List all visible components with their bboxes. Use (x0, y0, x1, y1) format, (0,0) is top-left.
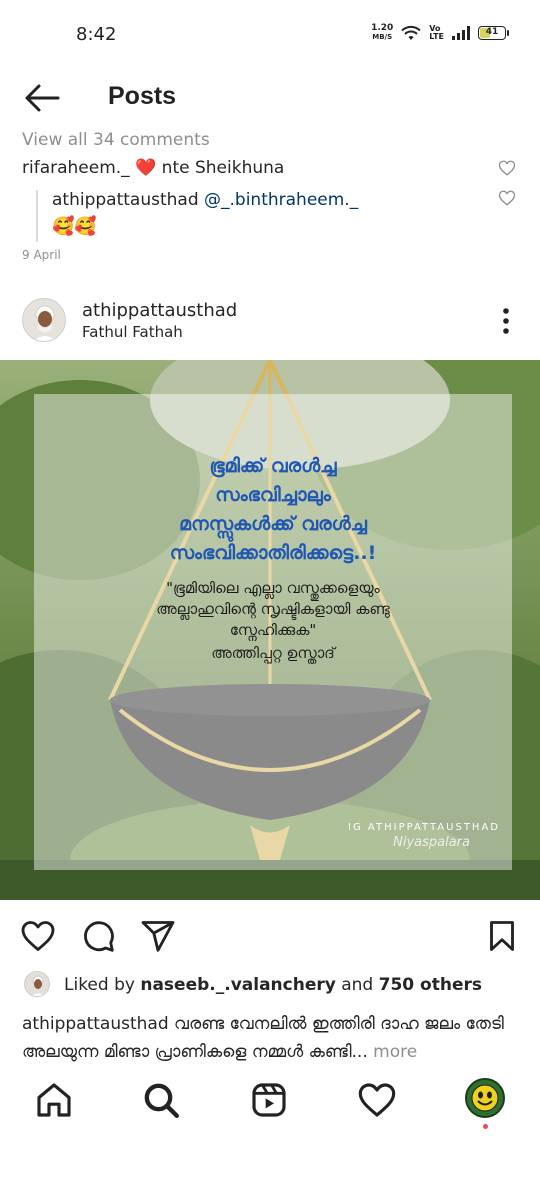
volte-indicator: Vo LTE (429, 25, 444, 41)
battery-indicator: 41 (478, 26, 509, 40)
quote-line: മനസ്സുകൾക്ക് വരൾച്ച (179, 513, 367, 535)
save-button[interactable] (484, 918, 520, 954)
likes-and: and (341, 975, 374, 995)
page-title: Posts (108, 82, 177, 110)
image-ig-tag: IG ATHIPPATTAUSTHAD (348, 822, 500, 833)
like-button[interactable] (20, 918, 56, 954)
reply-item: athippattausthad @_.binthraheem._ (52, 190, 358, 210)
quote-sub-line: സ്നേഹിക്കുക" (229, 621, 317, 639)
caption-more-link[interactable]: more (373, 1042, 417, 1062)
signal-icon (452, 26, 470, 40)
comment-like-icon[interactable] (498, 159, 516, 177)
image-signature: Niyaspalara (393, 835, 470, 850)
reply-thread-line (36, 190, 38, 242)
post-image[interactable]: ഭൂമിക്ക് വരൾച്ച സംഭവിച്ചാലും മനസ്സുകൾക്ക… (0, 360, 540, 900)
network-speed-value: 1.20 (371, 23, 394, 33)
notification-dot (483, 1124, 488, 1129)
post-location[interactable]: Fathul Fathah (82, 323, 183, 341)
quote-main-text: ഭൂമിക്ക് വരൾച്ച സംഭവിച്ചാലും മനസ്സുകൾക്ക… (34, 452, 512, 568)
more-vertical-icon (503, 308, 509, 334)
comment-date: 9 April (22, 248, 61, 262)
back-button[interactable] (22, 80, 62, 116)
red-heart-emoji: ❤️ (135, 158, 157, 178)
nav-profile-button[interactable] (465, 1078, 505, 1118)
quote-sub-line: "ഭൂമിയിലെ എല്ലാ വസ്തുക്കളെയും (166, 579, 380, 597)
share-button[interactable] (140, 918, 176, 954)
status-icons: 1.20 MB/S Vo LTE 41 (371, 24, 509, 42)
profile-avatar-icon (467, 1080, 503, 1116)
post-actions (0, 910, 540, 960)
post-header: athippattausthad Fathul Fathah (0, 290, 540, 354)
quote-line: സംഭവിച്ചാലും (215, 484, 331, 506)
liker-avatar (24, 971, 50, 997)
view-all-comments-link[interactable]: View all 34 comments (22, 130, 210, 150)
nav-search-button[interactable] (141, 1080, 181, 1120)
search-icon (144, 1083, 179, 1118)
quote-sub-text: "ഭൂമിയിലെ എല്ലാ വസ്തുക്കളെയും അല്ലാഹുവിന… (34, 578, 512, 641)
reply-like-icon[interactable] (498, 189, 516, 207)
post-username[interactable]: athippattausthad (82, 300, 237, 321)
post-caption: athippattausthad വരണ്ട വേനലിൽ ഇത്തിരി ദാ… (22, 1010, 522, 1066)
wifi-icon (401, 25, 421, 40)
home-icon (37, 1083, 71, 1117)
bottom-navigation (0, 1070, 540, 1136)
likes-prefix: Liked by (64, 975, 135, 995)
likes-text: Liked by naseeb._.valanchery and 750 oth… (64, 975, 482, 995)
quote-line: സംഭവിക്കാതിരിക്കട്ടെ..! (169, 542, 377, 564)
battery-level: 41 (485, 27, 499, 37)
network-speed: 1.20 MB/S (371, 24, 393, 42)
status-bar: 8:42 1.20 MB/S Vo LTE 41 (0, 0, 540, 70)
reply-mention[interactable]: @_.binthraheem._ (204, 190, 358, 210)
comment-text: nte Sheikhuna (161, 158, 285, 178)
send-icon (141, 921, 175, 952)
status-time: 8:42 (76, 24, 117, 45)
reply-username[interactable]: athippattausthad (52, 190, 199, 210)
more-options-button[interactable] (498, 306, 514, 336)
heart-icon (21, 921, 55, 951)
top-bar: Posts (0, 70, 540, 126)
network-speed-unit: MB/S (372, 33, 393, 41)
comment-button[interactable] (80, 918, 116, 954)
comments-preview: View all 34 comments rifaraheem._ ❤️ nte… (0, 126, 540, 276)
liker-username[interactable]: naseeb._.valanchery (140, 975, 335, 995)
bookmark-icon (490, 921, 514, 951)
avatar-image (23, 299, 65, 341)
caption-username[interactable]: athippattausthad (22, 1014, 169, 1034)
nav-home-button[interactable] (34, 1080, 74, 1120)
heart-icon (358, 1083, 396, 1117)
likes-others-count[interactable]: 750 others (379, 975, 482, 995)
nav-reels-button[interactable] (249, 1080, 289, 1120)
comment-icon (84, 921, 114, 952)
volte-bottom: LTE (429, 32, 444, 41)
arrow-left-icon (25, 84, 60, 112)
nav-activity-button[interactable] (357, 1080, 397, 1120)
quote-line: ഭൂമിക്ക് വരൾച്ച (209, 455, 337, 477)
reels-icon (252, 1083, 286, 1117)
liker-avatar-image (25, 972, 49, 996)
reply-emojis: 🥰🥰 (52, 216, 97, 237)
quote-sub-line: അല്ലാഹുവിന്റെ സൃഷ്ടികളായി കണ്ടു (156, 600, 390, 618)
comment-username[interactable]: rifaraheem._ (22, 158, 130, 178)
likes-summary[interactable]: Liked by naseeb._.valanchery and 750 oth… (22, 968, 522, 1002)
avatar[interactable] (22, 298, 66, 342)
quote-author: അത്തിപ്പറ്റ ഉസ്താദ് (211, 644, 335, 662)
comment-item: rifaraheem._ ❤️ nte Sheikhuna (22, 158, 284, 178)
